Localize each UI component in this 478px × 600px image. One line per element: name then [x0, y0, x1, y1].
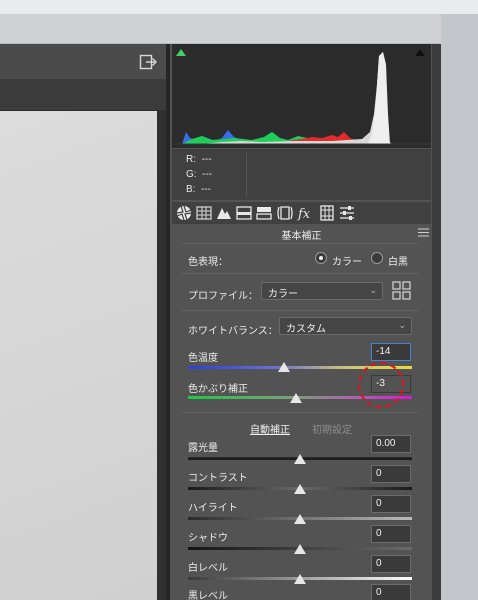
annotation-highlight-circle: [358, 362, 404, 408]
divider: [182, 412, 418, 413]
shadows-slider-thumb[interactable]: [294, 544, 306, 554]
divider: [182, 273, 418, 274]
contrast-label: コントラスト: [188, 473, 248, 484]
temperature-slider-thumb[interactable]: [278, 362, 290, 372]
tint-label: 色かぶり補正: [188, 384, 248, 395]
calibration-icon[interactable]: [318, 204, 336, 222]
desktop-background: [0, 0, 478, 14]
divider: [182, 310, 418, 311]
detail-triangle-icon[interactable]: [215, 204, 233, 222]
temperature-value-field[interactable]: -14: [371, 343, 411, 361]
profile-label: プロファイル：: [188, 291, 258, 302]
tone-curve-grid-icon[interactable]: [195, 204, 213, 222]
treatment-label: 色表現：: [188, 257, 228, 268]
contrast-value-field[interactable]: 0: [371, 465, 411, 483]
shadows-label: シャドウ: [188, 533, 228, 544]
exposure-value-field[interactable]: 0.00: [371, 435, 411, 453]
hsl-icon[interactable]: [235, 204, 253, 222]
chevron-down-icon: ⌄: [369, 286, 377, 296]
whites-value-field[interactable]: 0: [371, 555, 411, 573]
highlights-slider-thumb[interactable]: [294, 514, 306, 524]
rgb-readout-b: B: ---: [186, 184, 212, 195]
white-balance-label: ホワイトバランス：: [188, 326, 278, 337]
panel-menu-icon[interactable]: [418, 228, 429, 237]
panel-scroll-edge[interactable]: [432, 44, 441, 600]
window-title-bar[interactable]: [0, 14, 441, 44]
default-button[interactable]: 初期設定: [312, 421, 352, 436]
white-balance-dropdown[interactable]: カスタム ⌄: [279, 317, 412, 335]
shadow-clipping-icon[interactable]: [175, 47, 187, 57]
desktop-background-right: [441, 14, 478, 600]
treatment-color-label[interactable]: カラー: [332, 253, 362, 268]
treatment-bw-label[interactable]: 白黒: [388, 253, 408, 268]
aperture-icon[interactable]: [175, 204, 193, 222]
blacks-value-field[interactable]: 0: [371, 584, 411, 600]
treatment-color-radio[interactable]: [315, 252, 327, 264]
tint-slider-thumb[interactable]: [290, 393, 302, 403]
histogram: [172, 44, 431, 148]
panel-title: 基本補正: [281, 231, 322, 242]
exposure-slider-thumb[interactable]: [294, 454, 306, 464]
highlight-clipping-icon[interactable]: [414, 47, 426, 57]
blacks-label: 黒レベル: [188, 591, 228, 600]
contrast-slider-thumb[interactable]: [294, 484, 306, 494]
rgb-readout-r: R: ---: [186, 154, 212, 165]
whites-label: 白レベル: [188, 563, 228, 574]
lens-correction-icon[interactable]: [276, 204, 294, 222]
highlights-value-field[interactable]: 0: [371, 495, 411, 513]
photo-preview[interactable]: [0, 111, 157, 600]
chevron-down-icon: ⌄: [398, 321, 406, 331]
presets-sliders-icon[interactable]: [338, 204, 356, 222]
whites-slider-thumb[interactable]: [294, 574, 306, 584]
temperature-label: 色温度: [188, 353, 218, 364]
auto-button[interactable]: 自動補正: [250, 421, 290, 436]
highlights-label: ハイライト: [188, 503, 238, 514]
treatment-bw-radio[interactable]: [371, 252, 383, 264]
preview-toolbar: [0, 80, 166, 110]
split-toning-icon[interactable]: [255, 204, 273, 222]
profile-dropdown[interactable]: カラー ⌄: [261, 282, 383, 300]
profile-browser-grid-icon[interactable]: [392, 281, 411, 300]
shadows-value-field[interactable]: 0: [371, 525, 411, 543]
fx-icon[interactable]: fx: [297, 204, 315, 222]
rgb-readout-g: G: ---: [186, 169, 213, 180]
profile-value: カラー: [268, 289, 298, 300]
rgb-separator: [246, 153, 247, 197]
svg-text:fx: fx: [297, 207, 311, 222]
export-icon[interactable]: [139, 53, 157, 71]
exposure-label: 露光量: [188, 443, 218, 454]
divider: [182, 243, 418, 244]
white-balance-value: カスタム: [286, 324, 326, 335]
